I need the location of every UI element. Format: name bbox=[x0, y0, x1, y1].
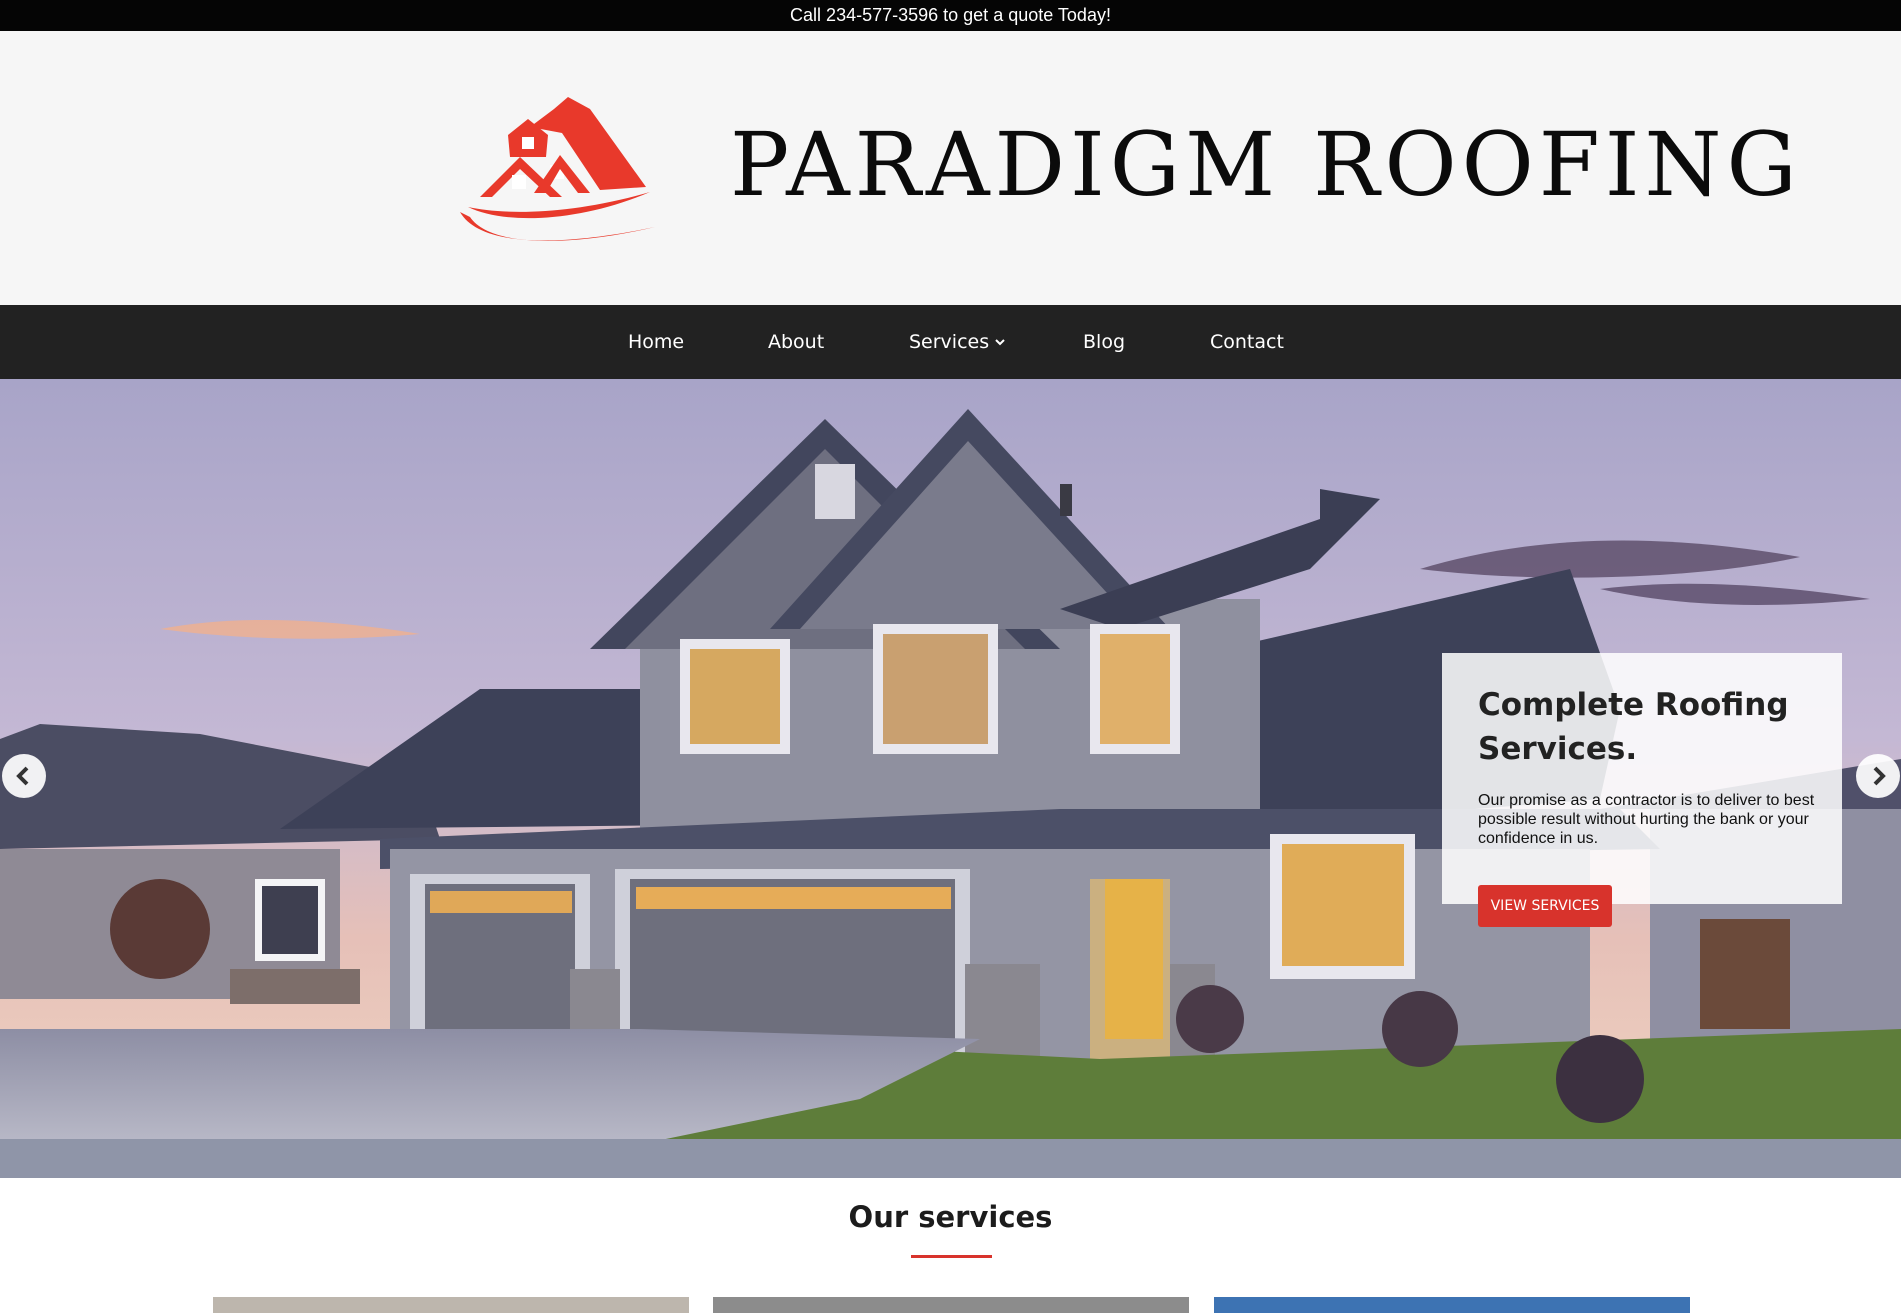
header: PARADIGM ROOFING bbox=[0, 31, 1901, 305]
hero-caption: Complete Roofing Services. Our promise a… bbox=[1442, 653, 1842, 904]
topbar: Call 234-577-3596 to get a quote Today! bbox=[0, 0, 1901, 31]
chevron-right-icon bbox=[1873, 766, 1886, 786]
chevron-left-icon bbox=[16, 766, 29, 786]
hero-text: Our promise as a contractor is to delive… bbox=[1478, 792, 1815, 847]
service-card-image[interactable] bbox=[213, 1297, 689, 1313]
house-roof-logo-icon[interactable] bbox=[450, 97, 655, 262]
chevron-down-icon bbox=[995, 339, 1005, 346]
slider-next-button[interactable] bbox=[1856, 754, 1900, 798]
view-services-button[interactable]: VIEW SERVICES bbox=[1478, 885, 1612, 927]
nav-home[interactable]: Home bbox=[628, 305, 684, 379]
main-nav: Home About Services Blog Contact bbox=[0, 305, 1901, 379]
nav-blog-label: Blog bbox=[1083, 331, 1125, 353]
services-heading: Our services bbox=[848, 1200, 1053, 1234]
slider-prev-button[interactable] bbox=[2, 754, 46, 798]
service-card-image[interactable] bbox=[713, 1297, 1189, 1313]
nav-services-label: Services bbox=[909, 331, 990, 353]
hero-title: Complete Roofing Services. bbox=[1478, 687, 1789, 767]
brand-name[interactable]: PARADIGM ROOFING bbox=[730, 113, 1802, 216]
nav-services[interactable]: Services bbox=[909, 305, 1006, 379]
nav-about-label: About bbox=[768, 331, 825, 353]
call-to-action-phone[interactable]: Call 234-577-3596 to get a quote Today! bbox=[790, 5, 1111, 26]
service-card-image[interactable] bbox=[1214, 1297, 1690, 1313]
nav-blog[interactable]: Blog bbox=[1083, 305, 1125, 379]
services-divider bbox=[911, 1255, 992, 1258]
hero-slider: Complete Roofing Services. Our promise a… bbox=[0, 379, 1901, 1178]
nav-contact-label: Contact bbox=[1210, 331, 1284, 353]
nav-contact[interactable]: Contact bbox=[1210, 305, 1284, 379]
nav-home-label: Home bbox=[628, 331, 685, 353]
nav-about[interactable]: About bbox=[768, 305, 824, 379]
